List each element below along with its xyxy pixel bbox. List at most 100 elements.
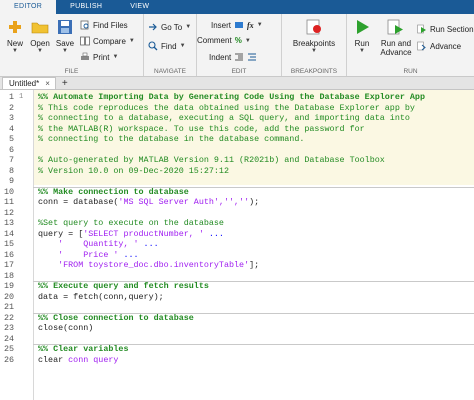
- find-button[interactable]: Find ▼: [148, 41, 186, 51]
- code-line[interactable]: 13 %Set query to execute on the database: [0, 218, 474, 229]
- line-number: 25: [3, 344, 14, 354]
- code-line[interactable]: 12: [0, 208, 474, 219]
- code-line[interactable]: 2 % This code reproduces the data obtaine…: [0, 103, 474, 114]
- cell-divider: [33, 344, 474, 345]
- code-line[interactable]: 7 % Auto-generated by MATLAB Version 9.11…: [0, 155, 474, 166]
- smart-indent-icon: [248, 53, 257, 61]
- find-files-button[interactable]: Find Files: [80, 20, 128, 30]
- run-section-button[interactable]: Run Section: [417, 24, 474, 34]
- comment-text: % Auto-generated by MATLAB Version 9.11 …: [38, 155, 385, 165]
- line-number: 18: [3, 270, 14, 281]
- add-tab-button[interactable]: +: [62, 78, 68, 89]
- line-number: 13: [3, 218, 14, 228]
- string-literal: ' Quantity, ': [58, 239, 139, 249]
- compare-button[interactable]: Compare ▼: [80, 36, 135, 46]
- open-button[interactable]: Open ▼: [28, 17, 52, 54]
- chevron-down-icon: ▼: [112, 54, 119, 60]
- line-number: 1: [8, 92, 14, 102]
- run-button[interactable]: Run ▼: [351, 17, 373, 54]
- document-tab-title: Untitled*: [9, 79, 40, 88]
- open-label: Open: [30, 39, 50, 48]
- insert-label: Insert: [211, 20, 232, 30]
- code-text: % Version 10.0 on 09-Dec-2020 15:27:12: [38, 166, 229, 177]
- code-line[interactable]: 25 %% Clear variables: [0, 344, 474, 355]
- line-number: 6: [8, 144, 14, 155]
- close-icon[interactable]: ×: [45, 78, 50, 89]
- search-icon: [148, 41, 158, 51]
- chevron-down-icon: ▼: [62, 48, 68, 54]
- code-line[interactable]: 26 clear conn query: [0, 355, 474, 366]
- line-number: 2: [8, 102, 14, 113]
- tab-view[interactable]: VIEW: [116, 0, 163, 14]
- code-line[interactable]: 20 data = fetch(conn,query);: [0, 292, 474, 303]
- comment-text: % connecting to a database, executing a …: [38, 113, 410, 123]
- code-line[interactable]: 4 % the MATLAB(R) workspace. To use this …: [0, 124, 474, 135]
- new-label: New: [6, 39, 23, 48]
- chevron-down-icon: ▼: [185, 24, 192, 30]
- run-and-advance-label: Run and Advance: [380, 39, 412, 57]
- comment-text: %Set query to execute on the database: [38, 218, 224, 228]
- insert-button[interactable]: Insert fx ▼: [211, 20, 263, 30]
- code-line[interactable]: 17 'FROM toystore_doc.dbo.inventoryTable…: [0, 260, 474, 271]
- code-text: %% Clear variables: [38, 344, 128, 355]
- code-line[interactable]: 11 conn = database('MS SQL Server Auth','…: [0, 197, 474, 208]
- code-segment: data = fetch(conn,query);: [38, 291, 164, 302]
- code-line[interactable]: 16 ' Price ' ...: [0, 250, 474, 261]
- string-literal: 'FROM toystore_doc.dbo.inventoryTable': [58, 260, 250, 270]
- comment-text: %% Close connection to database: [38, 312, 194, 323]
- save-button[interactable]: Save ▼: [54, 17, 76, 54]
- breakpoints-button[interactable]: Breakpoints ▼: [288, 17, 340, 54]
- document-tab-untitled[interactable]: Untitled* ×: [2, 77, 56, 89]
- indent-icon: [235, 53, 244, 61]
- code-text: % connecting to a database, executing a …: [38, 113, 410, 124]
- advance-button[interactable]: Advance: [417, 41, 461, 51]
- breakpoints-section-label: BREAKPOINTS: [290, 68, 338, 75]
- string-literal: 'SELECT productNumber, ': [83, 228, 204, 239]
- code-text: ' Price ' ...: [38, 250, 138, 261]
- play-icon: [357, 20, 369, 34]
- code-editor[interactable]: 1 1 %% Automate Importing Data by Generati…: [0, 90, 474, 400]
- code-line[interactable]: 8 % Version 10.0 on 09-Dec-2020 15:27:12: [0, 166, 474, 177]
- run-section-label: Run Section: [430, 24, 474, 34]
- go-to-button[interactable]: Go To ▼: [148, 22, 191, 32]
- save-icon: [58, 20, 72, 34]
- line-number: 20: [3, 291, 14, 302]
- code-segment-end: ];: [249, 260, 260, 270]
- tab-publish[interactable]: PUBLISH: [56, 0, 116, 14]
- line-number: 23: [3, 323, 14, 333]
- tab-editor[interactable]: EDITOR: [0, 0, 57, 14]
- run-and-advance-button[interactable]: Run and Advance: [377, 17, 415, 57]
- code-line[interactable]: 21: [0, 302, 474, 313]
- print-button[interactable]: Print ▼: [80, 52, 118, 62]
- code-line[interactable]: 1 1 %% Automate Importing Data by Generati…: [0, 92, 474, 103]
- line-number: 10: [3, 186, 14, 197]
- code-line[interactable]: 22 %% Close connection to database: [0, 313, 474, 324]
- run-section-icon: [417, 24, 426, 34]
- indent-button[interactable]: Indent: [209, 52, 257, 62]
- new-button[interactable]: New ▼: [4, 17, 26, 54]
- code-line[interactable]: 10 %% Make connection to database: [0, 187, 474, 198]
- fx-button[interactable]: fx: [247, 21, 254, 30]
- code-line[interactable]: 15 ' Quantity, ' ...: [0, 239, 474, 250]
- code-text: query = ['SELECT productNumber, ' ...: [38, 229, 224, 240]
- cell-divider: [33, 186, 474, 188]
- code-line[interactable]: 19 %% Execute query and fetch results: [0, 281, 474, 292]
- code-text: % This code reproduces the data obtained…: [38, 103, 415, 114]
- code-line[interactable]: 9: [0, 176, 474, 187]
- line-number: 15: [3, 239, 14, 249]
- code-line[interactable]: 24: [0, 334, 474, 345]
- code-segment: close(conn): [38, 323, 94, 333]
- code-line[interactable]: 6: [0, 145, 474, 156]
- edit-section: Insert fx ▼ Comment % ▼ Indent EDIT: [197, 14, 282, 76]
- comment-button[interactable]: Comment % ▼: [197, 36, 251, 45]
- code-line[interactable]: 23 close(conn): [0, 323, 474, 334]
- code-text: conn = database('MS SQL Server Auth','',…: [38, 197, 259, 208]
- code-text: % Auto-generated by MATLAB Version 9.11 …: [38, 155, 385, 166]
- code-line[interactable]: 3 % connecting to a database, executing a…: [0, 113, 474, 124]
- navigate-section: Go To ▼ Find ▼ NAVIGATE: [144, 14, 197, 76]
- code-line[interactable]: 14 query = ['SELECT productNumber, ' ...: [0, 229, 474, 240]
- code-line[interactable]: 18: [0, 271, 474, 282]
- code-line[interactable]: 5 % connecting to the database in the dat…: [0, 134, 474, 145]
- code-segment-end: ...: [203, 228, 224, 239]
